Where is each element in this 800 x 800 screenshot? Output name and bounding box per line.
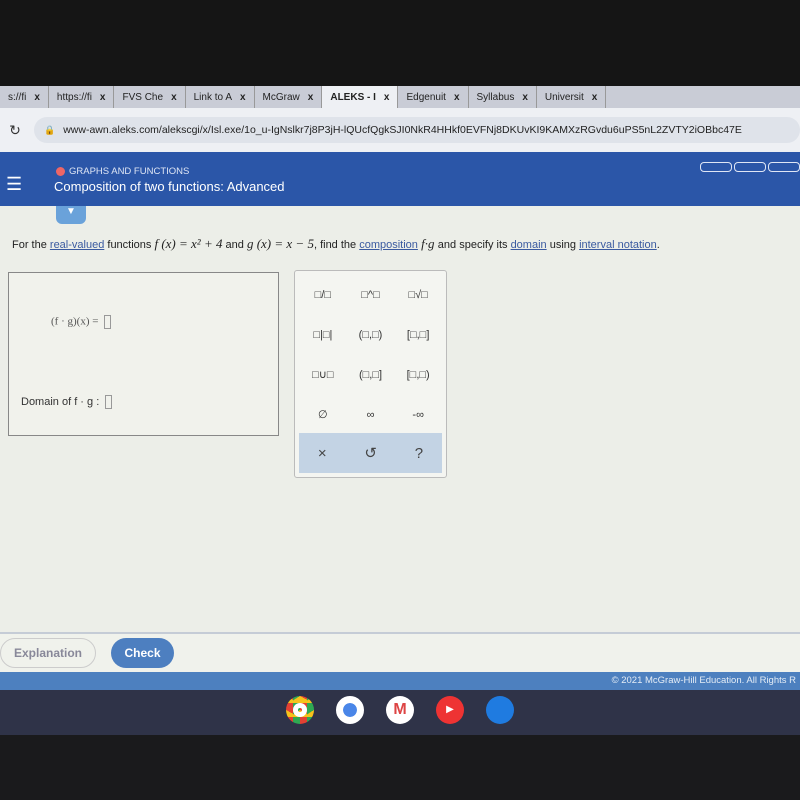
reload-icon[interactable]: ↻ [0, 122, 30, 139]
tab-label: FVS Che [122, 91, 164, 103]
keypad-key[interactable]: (□,□] [347, 363, 395, 387]
url-field[interactable]: 🔒 www-awn.aleks.com/alekscgi/x/Isl.exe/1o… [34, 117, 800, 143]
youtube-icon[interactable]: ▶ [436, 696, 464, 724]
tab-close-icon[interactable]: x [454, 92, 460, 103]
keypad-key[interactable]: [□,□] [394, 323, 442, 347]
math-keypad: □/□ □^□ □√□ □|□| (□,□) [□,□] □∪□ (□,□] [□,□) ∅ ∞ -∞… [294, 270, 447, 478]
tab-close-icon[interactable]: x [100, 92, 106, 103]
keypad-key[interactable]: □/□ [299, 283, 347, 307]
keypad-key[interactable]: -∞ [394, 403, 442, 427]
lock-icon: 🔒 [44, 124, 56, 135]
keypad-key[interactable]: [□,□) [394, 363, 442, 387]
keypad-key[interactable]: □∪□ [299, 363, 347, 387]
chrome-icon[interactable] [286, 696, 314, 724]
collapse-chevron-icon[interactable]: ▼ [56, 206, 86, 224]
tab-close-icon[interactable]: x [171, 92, 177, 103]
answer-box: (f · g)(x) = Domain of f · g : [8, 272, 279, 436]
keypad-key[interactable]: □^□ [347, 283, 395, 307]
page-title: Composition of two functions: Advanced [54, 179, 285, 194]
tab-label: s://fi [8, 91, 27, 103]
check-button[interactable]: Check [111, 638, 174, 668]
browser-tab[interactable]: FVS Che x [114, 86, 186, 108]
domain-label: Domain of f · g : [21, 395, 100, 408]
browser-tab[interactable]: Syllabus x [469, 86, 537, 108]
keypad-key[interactable]: ∞ [347, 403, 395, 427]
tab-label: Syllabus [476, 91, 515, 103]
tab-label: ALEKS - I [330, 91, 376, 103]
browser-tab[interactable]: https://fi x [49, 86, 115, 108]
topic-dot-icon [56, 167, 65, 176]
browser-tab[interactable]: ALEKS - I x [322, 86, 399, 108]
composition-label: (f · g)(x) = [51, 315, 99, 328]
explanation-button[interactable]: Explanation [0, 638, 96, 668]
screen-bezel [0, 0, 800, 86]
tab-close-icon[interactable]: x [522, 92, 528, 103]
browser-tab[interactable]: Universit x [537, 86, 607, 108]
tab-close-icon[interactable]: x [384, 92, 390, 103]
gmail-icon[interactable]: M [386, 696, 414, 724]
topic-label: GRAPHS AND FUNCTIONS [69, 166, 190, 177]
keypad-key[interactable]: □|□| [299, 323, 347, 347]
docs-icon[interactable] [336, 696, 364, 724]
browser-tab[interactable]: McGraw x [255, 86, 323, 108]
tab-close-icon[interactable]: x [34, 92, 40, 103]
files-icon[interactable] [486, 696, 514, 724]
undo-button[interactable]: ↺ [364, 444, 377, 462]
domain-link[interactable]: domain [511, 239, 547, 251]
clear-button[interactable]: × [318, 445, 327, 462]
interval-notation-link[interactable]: interval notation [579, 239, 657, 251]
url-text: www-awn.aleks.com/alekscgi/x/Isl.exe/1o_… [63, 124, 742, 136]
tab-label: McGraw [262, 91, 300, 103]
keypad-key[interactable]: □√□ [394, 283, 442, 307]
browser-tab[interactable]: s://fi x [0, 86, 49, 108]
browser-tab[interactable]: Edgenuit x [398, 86, 469, 108]
hamburger-menu-icon[interactable]: ☰ [6, 174, 22, 195]
help-button[interactable]: ? [415, 445, 423, 462]
real-valued-link[interactable]: real-valued [50, 239, 104, 251]
progress-indicator [700, 162, 800, 172]
tab-label: https://fi [56, 91, 92, 103]
tab-label: Link to A [193, 91, 232, 103]
browser-tab[interactable]: Link to A x [186, 86, 255, 108]
copyright: © 2021 McGraw-Hill Education. All Rights… [0, 672, 800, 690]
keypad-key[interactable]: (□,□) [347, 323, 395, 347]
tab-close-icon[interactable]: x [240, 92, 246, 103]
composition-input[interactable] [104, 315, 112, 329]
question-area: ▼ For the real-valued functions f (x) = … [0, 206, 800, 632]
domain-input[interactable] [105, 395, 113, 409]
tab-label: Universit [544, 91, 584, 103]
composition-link[interactable]: composition [359, 239, 418, 251]
taskbar: M ▶ [0, 690, 800, 735]
tab-strip: s://fi x https://fi x FVS Che x Link to Ax McGr… [0, 86, 800, 108]
tab-close-icon[interactable]: x [592, 92, 598, 103]
action-bar: Explanation Check [0, 632, 800, 672]
address-bar: ↻ 🔒 www-awn.aleks.com/alekscgi/x/Isl.exe/… [0, 108, 800, 152]
tab-label: Edgenuit [406, 91, 446, 103]
tab-close-icon[interactable]: x [308, 92, 314, 103]
question-text: For the real-valued functions f (x) = x²… [12, 236, 660, 251]
aleks-header: ☰ GRAPHS AND FUNCTIONS Composition of tw… [0, 152, 800, 206]
keypad-key[interactable]: ∅ [299, 403, 347, 427]
